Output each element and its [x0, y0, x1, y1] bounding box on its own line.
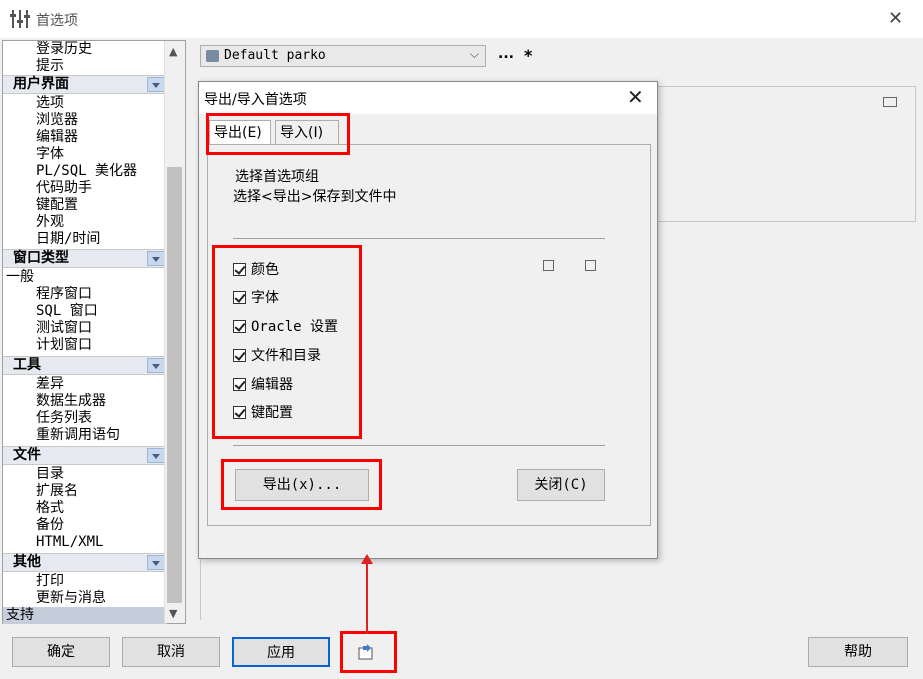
- section-title: 工具: [13, 357, 41, 373]
- tree-item[interactable]: HTML/XML: [36, 534, 103, 551]
- tree-section-header[interactable]: 其他: [3, 553, 167, 572]
- tree-scrollbar[interactable]: ▲ ▼: [164, 41, 185, 623]
- panel-menu-icon[interactable]: [883, 97, 897, 107]
- preferences-tree: 登录历史 提示 用户界面 选项 浏览器 编辑器 字体 PL/SQL 美化器 代码…: [2, 40, 186, 624]
- tree-section-header[interactable]: 文件: [3, 446, 167, 465]
- description-line-1: 选择首选项组: [235, 169, 319, 185]
- tree-item[interactable]: 提示: [36, 58, 64, 75]
- close-button[interactable]: 关闭(C): [517, 469, 605, 501]
- tree-item[interactable]: 重新调用语句: [36, 427, 120, 444]
- tree-section-header[interactable]: 用户界面: [3, 75, 167, 94]
- tree-item[interactable]: 浏览器: [36, 112, 78, 129]
- scroll-up-icon[interactable]: ▲: [169, 45, 177, 58]
- tree-section-header[interactable]: 窗口类型: [3, 249, 167, 268]
- tree-item[interactable]: 选项: [36, 95, 64, 112]
- select-all-icon[interactable]: [540, 257, 554, 271]
- deselect-all-icon[interactable]: [582, 257, 596, 271]
- tree-item[interactable]: 目录: [36, 466, 64, 483]
- cancel-button[interactable]: 取消: [122, 637, 220, 667]
- title-bar: 首选项 ✕: [0, 0, 923, 38]
- tree-item[interactable]: 测试窗口: [36, 320, 92, 337]
- tree-item[interactable]: 字体: [36, 146, 64, 163]
- profile-dropdown[interactable]: Default parko ⌵: [200, 45, 486, 67]
- section-title: 用户界面: [13, 76, 69, 92]
- section-title: 其他: [13, 554, 41, 570]
- ok-button[interactable]: 确定: [12, 637, 110, 667]
- annotation-arrow: [366, 562, 368, 634]
- divider: [233, 445, 605, 446]
- annotation-arrow-head-icon: [361, 554, 373, 564]
- tree-item[interactable]: 日期/时间: [36, 231, 100, 248]
- annotation-box-tabs: [206, 113, 350, 155]
- section-title: 窗口类型: [13, 250, 69, 266]
- divider: [233, 238, 605, 239]
- tree-item[interactable]: 登录历史: [36, 41, 92, 58]
- tree-item[interactable]: PL/SQL 美化器: [36, 163, 137, 180]
- annotation-box-export: [221, 459, 382, 510]
- tree-item[interactable]: 数据生成器: [36, 393, 106, 410]
- tree-item[interactable]: 外观: [36, 214, 64, 231]
- tree-item-selected[interactable]: 支持: [6, 607, 34, 624]
- database-icon: [206, 50, 219, 62]
- tree-item[interactable]: 计划窗口: [36, 337, 92, 354]
- collapse-chevron-icon[interactable]: [147, 77, 165, 92]
- annotation-box-checkboxes: [212, 245, 362, 439]
- collapse-chevron-icon[interactable]: [147, 448, 165, 463]
- profile-value: Default parko: [224, 48, 326, 63]
- profile-menu-button[interactable]: ...: [498, 46, 514, 62]
- collapse-chevron-icon[interactable]: [147, 555, 165, 570]
- scroll-thumb[interactable]: [167, 167, 182, 603]
- default-profile-button[interactable]: *: [524, 46, 532, 65]
- annotation-box-import-export-icon: [340, 631, 397, 673]
- collapse-chevron-icon[interactable]: [147, 358, 165, 373]
- tree-item[interactable]: 代码助手: [36, 180, 92, 197]
- tree-item[interactable]: 任务列表: [36, 410, 92, 427]
- apply-button[interactable]: 应用: [232, 637, 330, 667]
- tree-section-header[interactable]: 工具: [3, 356, 167, 375]
- tree-item[interactable]: 备份: [36, 517, 64, 534]
- tree-item[interactable]: SQL 窗口: [36, 303, 98, 320]
- preferences-icon: [10, 10, 30, 28]
- chevron-down-icon[interactable]: ⌵: [470, 47, 479, 62]
- tree-item[interactable]: 扩展名: [36, 483, 78, 500]
- tree-item[interactable]: 差异: [36, 376, 64, 393]
- section-title: 文件: [13, 447, 41, 463]
- tree-item[interactable]: 打印: [36, 573, 64, 590]
- tree-item[interactable]: 一般: [6, 269, 34, 286]
- tree-item[interactable]: 键配置: [36, 197, 78, 214]
- scroll-down-icon[interactable]: ▼: [169, 607, 177, 620]
- tree-item[interactable]: 格式: [36, 500, 64, 517]
- dialog-title: 导出/导入首选项: [204, 92, 307, 108]
- window-close-icon[interactable]: ✕: [888, 8, 903, 29]
- tree-item[interactable]: 程序窗口: [36, 286, 92, 303]
- dialog-close-icon[interactable]: ✕: [627, 85, 644, 109]
- tree-item[interactable]: 更新与消息: [36, 590, 106, 607]
- tree-item[interactable]: 编辑器: [36, 129, 78, 146]
- dialog-title-bar: 导出/导入首选项 ✕: [199, 82, 657, 114]
- collapse-chevron-icon[interactable]: [147, 251, 165, 266]
- description-line-2: 选择<导出>保存到文件中: [233, 189, 397, 205]
- window-title: 首选项: [36, 13, 78, 29]
- help-button[interactable]: 帮助: [808, 637, 908, 667]
